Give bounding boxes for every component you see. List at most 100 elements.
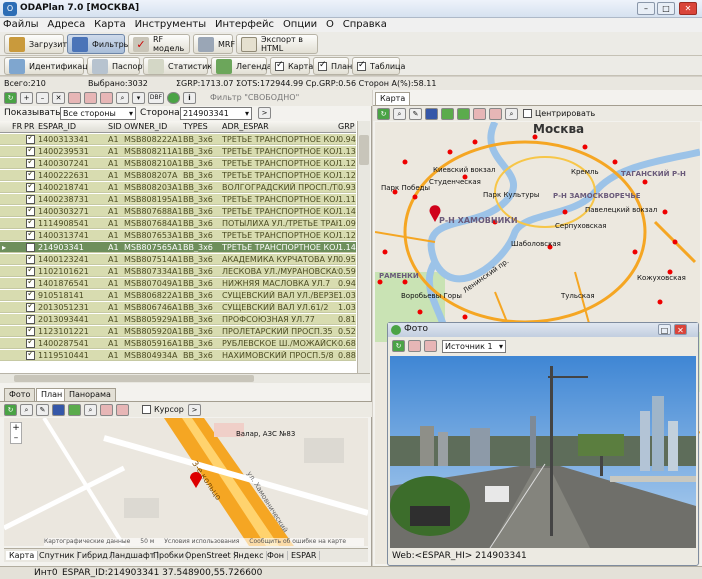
tab-plan[interactable]: План (36, 388, 68, 401)
photo-close-button[interactable]: ✕ (674, 324, 687, 335)
zoom-in-button[interactable]: + (11, 423, 21, 433)
paste-icon[interactable] (84, 92, 97, 104)
table-row[interactable]: 1119510441 A1 MSB804934A BB_3x6 НАХИМОВСКИЙ … (0, 350, 356, 361)
row-checkbox[interactable] (26, 183, 35, 192)
row-checkbox[interactable] (26, 243, 35, 252)
remove-icon[interactable]: – (36, 92, 49, 104)
save-icon[interactable] (116, 404, 129, 416)
refresh-icon[interactable]: ↻ (377, 108, 390, 120)
menu-interface[interactable]: Интерфейс (212, 18, 277, 31)
menu-about[interactable]: О (323, 18, 337, 31)
row-checkbox[interactable] (26, 315, 35, 324)
table-row[interactable]: 2013051231 A1 MSB806746A1BB_3x6 СУЩЕВСКИЙ В… (0, 302, 356, 313)
menu-options[interactable]: Опции (280, 18, 320, 31)
table-row[interactable]: 1401876541 A1 MSB807049A1BB_3x6 НИЖНЯЯ МАСЛ… (0, 278, 356, 289)
table-row[interactable]: 1400313341 A1 MSB808222A1BB_3x6 ТРЕТЬЕ ТРАН… (0, 134, 356, 145)
table-checkbox[interactable] (357, 60, 366, 71)
menu-map[interactable]: Карта (91, 18, 129, 31)
table-row[interactable]: 1123101221 A1 MSB805920A1BB_3x6 ПРОЛЕТАРСКИ… (0, 326, 356, 337)
passport-button[interactable]: Паспорт (87, 57, 147, 75)
menu-help[interactable]: Справка (340, 18, 390, 31)
row-checkbox[interactable] (26, 279, 35, 288)
row-checkbox[interactable] (26, 159, 35, 168)
binoculars-icon[interactable]: ⌕ (505, 108, 518, 120)
row-checkbox[interactable] (26, 339, 35, 348)
table-row[interactable]: ▸ 214903341 A1 MSB807565A1BB_3x6 ТРЕТЬЕ ТРАН… (0, 242, 356, 253)
maximize-button[interactable]: □ (657, 2, 675, 15)
row-checkbox[interactable] (26, 135, 35, 144)
row-checkbox[interactable] (26, 267, 35, 276)
row-checkbox[interactable] (26, 231, 35, 240)
maptype-satellite[interactable]: Спутник (36, 551, 79, 560)
cursor-go-button[interactable]: > (188, 404, 201, 416)
col-sid[interactable]: SID (108, 122, 122, 131)
tab-map[interactable]: Карта (375, 92, 411, 105)
row-checkbox[interactable] (26, 219, 35, 228)
plan-map[interactable]: + – Валар, АЗС №83 3-е кольцо ул. Хамовн… (4, 418, 368, 546)
rf-model-button[interactable]: ✓ RF модель (128, 34, 190, 54)
refresh-icon[interactable]: ↻ (392, 340, 405, 352)
maptype-background[interactable]: Фон (264, 551, 289, 560)
load-button[interactable]: Загрузить (4, 34, 72, 54)
hscroll-thumb[interactable] (14, 375, 254, 382)
legend-button[interactable]: Легенда (211, 57, 272, 75)
tool-icon[interactable]: ✎ (36, 404, 49, 416)
layer2-icon[interactable] (457, 108, 470, 120)
scroll-thumb[interactable] (359, 135, 369, 165)
export-html-button[interactable]: Экспорт в HTML (236, 34, 318, 54)
col-espar-id[interactable]: ESPAR_ID (38, 122, 76, 131)
table-row[interactable]: 1400307241 A1 MSB808210A1BB_3x6 ТРЕТЬЕ ТРАН… (0, 158, 356, 169)
vertical-scrollbar[interactable] (357, 121, 370, 375)
maptype-yandex[interactable]: Яндекс (230, 551, 268, 560)
row-checkbox[interactable] (26, 327, 35, 336)
col-grp[interactable]: GRP (338, 122, 355, 131)
maptype-openstreet[interactable]: OpenStreet (182, 551, 235, 560)
table-row[interactable]: 1114908541 A1 MSB807684A1BB_3x6 ПОТЫЛИХА УЛ… (0, 218, 356, 229)
add-icon[interactable]: + (20, 92, 33, 104)
col-types[interactable]: TYPES (183, 122, 208, 131)
map-toggle[interactable]: Карта (270, 57, 313, 75)
copy-icon[interactable] (100, 404, 113, 416)
map-checkbox[interactable] (275, 60, 284, 71)
plan-checkbox[interactable] (318, 60, 327, 71)
row-checkbox[interactable] (26, 147, 35, 156)
mrf-button[interactable]: MRF (193, 34, 235, 54)
info-button[interactable]: i (183, 92, 196, 104)
row-checkbox[interactable] (26, 207, 35, 216)
row-checkbox[interactable] (26, 171, 35, 180)
menu-tools[interactable]: Инструменты (132, 18, 210, 31)
side-go-button[interactable]: > (258, 107, 271, 119)
layer-icon[interactable] (68, 404, 81, 416)
table-row[interactable]: 1102101621 A1 MSB807334A1BB_3x6 ЛЕСКОВА УЛ.… (0, 266, 356, 277)
binoculars-icon[interactable]: ⌕ (84, 404, 97, 416)
copy-icon[interactable] (68, 92, 81, 104)
dbf-button[interactable]: DBF (148, 92, 164, 104)
sort-icon[interactable]: ▾ (132, 92, 145, 104)
tab-panorama[interactable]: Панорама (64, 388, 116, 401)
table-row[interactable]: 1400238731 A1 MSB808195A1BB_3x6 ТРЕТЬЕ ТРАН… (0, 194, 356, 205)
row-checkbox[interactable] (26, 303, 35, 312)
horizontal-scrollbar[interactable] (0, 373, 370, 383)
table-row[interactable]: 2013093441 A1 MSB805929A1BB_3x6 ПРОФСОЮЗНАЯ… (0, 314, 356, 325)
terms-link[interactable]: Условия использования (164, 538, 239, 545)
zoom-out-button[interactable]: – (11, 433, 21, 443)
menu-addresses[interactable]: Адреса (44, 18, 88, 31)
free-filter-label[interactable]: Фильтр "СВОБОДНО" (210, 93, 299, 102)
print-icon[interactable] (100, 92, 113, 104)
close-button[interactable]: ✕ (679, 2, 697, 15)
table-toggle[interactable]: Таблица (352, 57, 405, 75)
layer-icon[interactable] (441, 108, 454, 120)
side-select[interactable]: 214903341 ▾ (180, 107, 252, 120)
identification-button[interactable]: Идентификация (4, 57, 98, 75)
table-row[interactable]: 1400239531 A1 MSB808211A1BB_3x6 ТРЕТЬЕ ТРАН… (0, 146, 356, 157)
show-select[interactable]: Все стороны ▾ (60, 107, 136, 120)
binoculars-icon[interactable]: ⌕ (116, 92, 129, 104)
tab-photo[interactable]: Фото (4, 388, 36, 401)
table-row[interactable]: 1400218741 A1 MSB808203A1BB_3x6 ВОЛГОГРАДСК… (0, 182, 356, 193)
center-checkbox[interactable] (523, 109, 532, 118)
zoom-icon[interactable]: ⌕ (393, 108, 406, 120)
globe-icon[interactable] (52, 404, 65, 416)
refresh-icon[interactable]: ↻ (4, 92, 17, 104)
plan-toggle[interactable]: План (313, 57, 352, 75)
row-checkbox[interactable] (26, 351, 35, 360)
